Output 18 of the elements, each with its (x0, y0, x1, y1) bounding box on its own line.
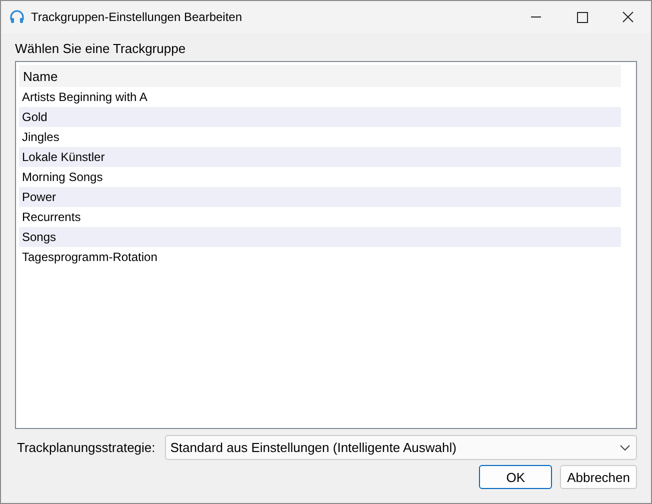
cancel-button[interactable]: Abbrechen (560, 465, 637, 489)
chevron-down-icon (620, 444, 630, 450)
strategy-label: Trackplanungsstrategie: (16, 440, 156, 455)
list-row[interactable]: Songs (19, 227, 621, 247)
list-row[interactable]: Lokale Künstler (19, 147, 621, 167)
list-row[interactable]: Power (19, 187, 621, 207)
list-row[interactable]: Artists Beginning with A (19, 87, 621, 107)
list-row[interactable]: Jingles (19, 127, 621, 147)
list-row[interactable]: Gold (19, 107, 621, 127)
window-title: Trackgruppen-Einstellungen Bearbeiten (31, 10, 244, 24)
list-label: Wählen Sie eine Trackgruppe (15, 41, 187, 56)
list-row[interactable]: Tagesprogramm-Rotation (19, 247, 621, 267)
column-header[interactable]: Name (23, 68, 58, 84)
ok-button[interactable]: OK (479, 465, 552, 489)
headphones-icon (9, 9, 25, 25)
list-row[interactable]: Recurrents (19, 207, 621, 227)
strategy-dropdown[interactable]: Standard aus Einstellungen (Intelligente Auswahl) (165, 435, 637, 460)
list-row[interactable]: Morning Songs (19, 167, 621, 187)
